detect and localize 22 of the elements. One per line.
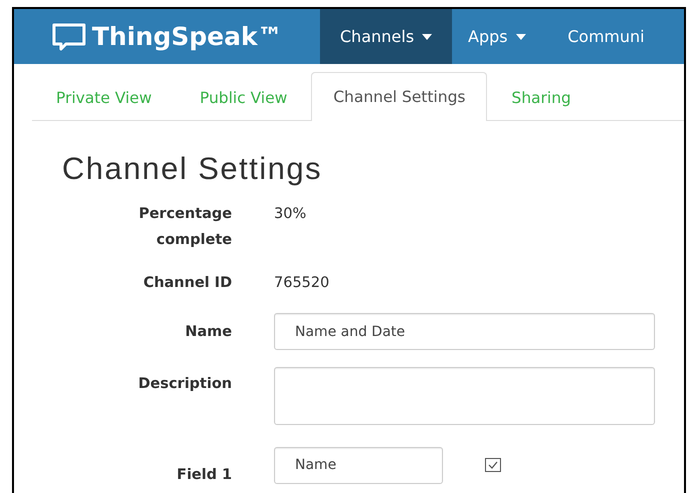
field-value: 30% bbox=[274, 205, 308, 224]
field-label: Description bbox=[137, 375, 232, 394]
nav-menu-item[interactable]: Apps bbox=[452, 9, 548, 64]
checkbox[interactable] bbox=[485, 458, 501, 472]
field-input[interactable]: Name bbox=[274, 446, 443, 484]
field-label: Field 1 bbox=[176, 466, 232, 485]
chat-bubble-icon bbox=[52, 22, 86, 50]
field-label: Channel ID bbox=[142, 274, 232, 293]
tab[interactable]: Channel Settings bbox=[311, 72, 488, 121]
field-label: Name bbox=[184, 322, 232, 342]
name-input-field[interactable]: Name and Date bbox=[274, 313, 655, 350]
nav-menu-item[interactable]: Communi bbox=[548, 9, 664, 64]
tab[interactable]: Public View bbox=[176, 74, 312, 121]
field-label: Percentage complete bbox=[138, 205, 232, 250]
page-heading: Channel Settings bbox=[62, 151, 324, 187]
caret-icon bbox=[516, 34, 526, 40]
tab[interactable]: Sharing bbox=[487, 74, 595, 121]
brand-logo[interactable]: ThingSpeak™ bbox=[92, 22, 282, 51]
tab[interactable]: Private View bbox=[32, 74, 176, 121]
caret-icon bbox=[422, 34, 432, 40]
nav-menu-item[interactable]: Channels bbox=[320, 9, 452, 64]
field-value: 765520 bbox=[274, 274, 330, 293]
